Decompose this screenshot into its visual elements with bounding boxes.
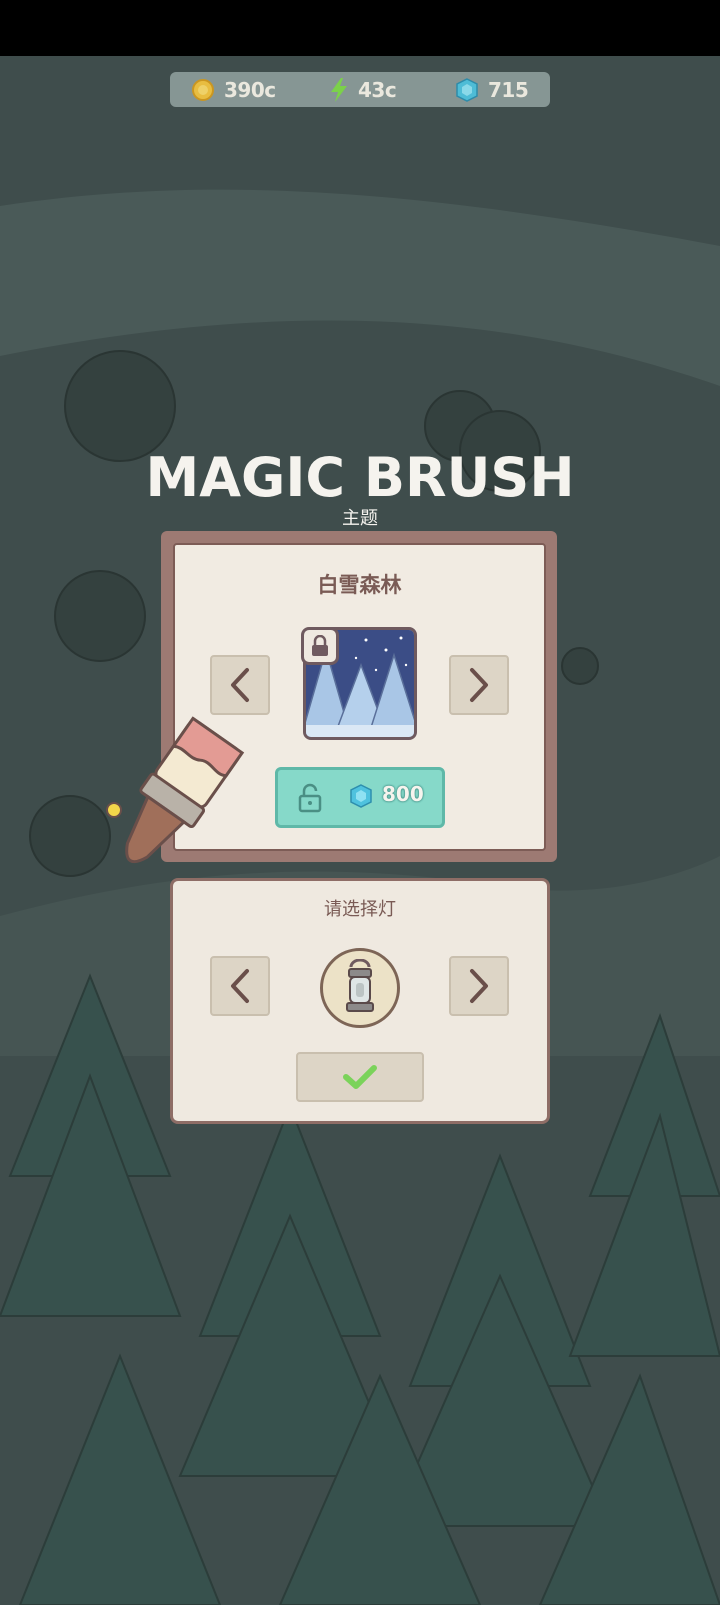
unlock-price: 800 <box>382 782 424 806</box>
chevron-right-icon <box>470 969 488 1003</box>
chevron-left-icon <box>231 969 249 1003</box>
unlock-icon <box>298 783 322 813</box>
paint-brush-icon <box>106 716 245 864</box>
energy-counter: 43c <box>330 72 397 107</box>
gem-counter: 715 <box>456 72 529 107</box>
coin-counter: 390c <box>192 72 276 107</box>
gem-amount: 715 <box>488 77 529 102</box>
coin-icon <box>192 78 214 101</box>
gem-icon <box>350 784 372 808</box>
unlock-theme-button[interactable]: 800 <box>275 767 445 828</box>
lightning-icon <box>331 77 347 102</box>
lamp-option[interactable] <box>320 948 400 1028</box>
lantern-icon <box>346 959 374 1012</box>
status-bar <box>0 0 720 56</box>
theme-lock-badge <box>301 627 339 665</box>
checkmark-icon <box>343 1065 377 1089</box>
confirm-button[interactable] <box>296 1052 424 1102</box>
lamp-next-button[interactable] <box>449 956 509 1016</box>
lamp-prev-button[interactable] <box>210 956 270 1016</box>
page-subtitle: 主题 <box>342 508 378 529</box>
theme-prev-button[interactable] <box>210 655 270 715</box>
chevron-right-icon <box>470 668 488 702</box>
theme-name: 白雪森林 <box>317 573 402 597</box>
theme-next-button[interactable] <box>449 655 509 715</box>
energy-amount: 43c <box>358 77 397 102</box>
coin-amount: 390c <box>224 77 276 102</box>
currency-bar: 390c 43c 715 <box>170 72 550 107</box>
lock-icon <box>312 635 328 656</box>
lamp-panel-title: 请选择灯 <box>324 899 396 920</box>
gem-icon <box>456 77 478 102</box>
page-title: MAGIC BRUSH <box>145 446 575 509</box>
chevron-left-icon <box>231 668 249 702</box>
